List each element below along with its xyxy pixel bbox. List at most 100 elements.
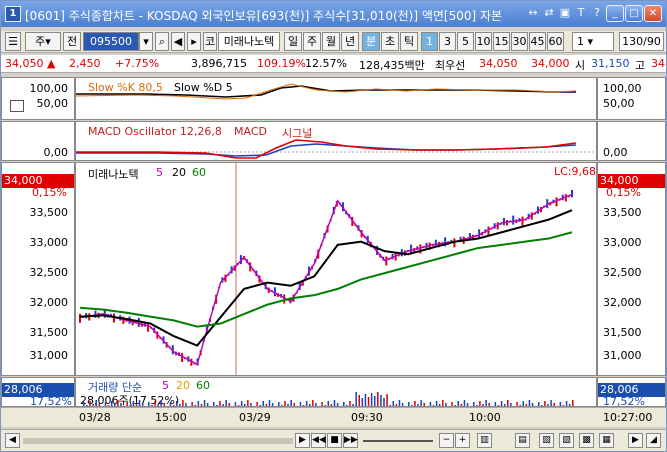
volume-bar (367, 397, 370, 406)
scroll-right-end[interactable]: ▶ (628, 433, 643, 448)
tool-icon-2[interactable]: ▨ (559, 433, 574, 448)
resize-icon[interactable]: ◢ (646, 433, 661, 448)
plus-button[interactable]: + (455, 433, 470, 448)
macd-left-axis: 0,00 (1, 121, 75, 161)
tab-day[interactable]: 일 (284, 32, 302, 51)
layout-icon[interactable]: ▣ (558, 6, 572, 20)
speaker-icon[interactable]: ◀ (171, 32, 185, 51)
tool-icon-1[interactable]: ▧ (539, 433, 554, 448)
scrollbar[interactable]: ◀ ▶ ◀◀ ■ ▶▶ − + ▥ ▤ ▧ ▨ ▩ ▦ ▶ ◢ (1, 429, 666, 451)
tab-tick[interactable]: 틱 (400, 32, 418, 51)
volume-bar (358, 395, 360, 406)
volume-bar (420, 400, 422, 406)
volume-bar (333, 400, 336, 406)
code-dropdown[interactable]: ▾ (139, 32, 153, 51)
settings-icon[interactable]: ☰ (5, 32, 21, 51)
volume-bar (442, 400, 444, 406)
period-label[interactable]: 전 (63, 32, 81, 51)
interval-1[interactable]: 1 (421, 32, 438, 51)
price-chart (79, 163, 573, 375)
tool-icon-4[interactable]: ▦ (599, 433, 614, 448)
volume-bar (268, 400, 271, 406)
scroll-track[interactable] (23, 438, 293, 444)
candle (512, 215, 515, 225)
volume-bar (507, 400, 509, 406)
volume-bar (398, 400, 401, 406)
interval-10[interactable]: 10 (475, 32, 492, 51)
stoch-panel[interactable]: Slow %K 80,5 Slow %D 5 (75, 77, 597, 120)
volume-bar (95, 400, 97, 406)
price-right-axis: 34,000 0,15% 33,500 33,000 32,500 32,000… (597, 162, 666, 376)
volume-bar (550, 400, 552, 406)
market-select[interactable]: 주▾ (25, 32, 61, 51)
window-title: [0601] 주식종합차트 - KOSDAQ 외국인보유[693(천)] 주식수… (25, 9, 503, 23)
open-label: 시 (575, 59, 586, 72)
minimize-button[interactable]: _ (606, 5, 624, 22)
tab-minute[interactable]: 분 (362, 32, 380, 51)
volume-bar (463, 400, 466, 406)
text-icon[interactable]: T (574, 6, 588, 20)
best-ask: 34,050 (479, 57, 518, 70)
chart-window: 1 [0601] 주식종합차트 - KOSDAQ 외국인보유[693(천)] 주… (0, 0, 667, 452)
candle (521, 216, 524, 226)
candle (502, 217, 505, 226)
minus-button[interactable]: − (439, 433, 454, 448)
interval-30[interactable]: 30 (511, 32, 528, 51)
forward-button[interactable]: ▶▶ (343, 433, 358, 448)
maximize-button[interactable]: □ (625, 5, 643, 22)
tab-second[interactable]: 초 (381, 32, 399, 51)
link-icon[interactable]: ↔ (526, 6, 540, 20)
title-bar: 1 [0601] 주식종합차트 - KOSDAQ 외국인보유[693(천)] 주… (1, 1, 666, 27)
code-input[interactable]: 095500 (83, 32, 139, 51)
zoom-slider[interactable] (363, 440, 433, 442)
rewind-button[interactable]: ◀◀ (311, 433, 326, 448)
volume-bar (138, 400, 141, 406)
candle (385, 256, 388, 266)
volume-bar (290, 400, 292, 406)
interval-3[interactable]: 3 (439, 32, 456, 51)
close-button[interactable]: ✕ (644, 5, 662, 22)
macd-panel[interactable]: MACD Oscillator 12,26,8 MACD 시그널 (75, 121, 597, 161)
count-select[interactable]: 1 ▾ (572, 32, 614, 51)
interval-45[interactable]: 45 (529, 32, 546, 51)
expand-icon[interactable]: ▸ (187, 32, 201, 51)
search-icon[interactable]: ⌕ (155, 32, 169, 51)
volume-bar (182, 400, 184, 406)
interval-15[interactable]: 15 (493, 32, 510, 51)
price-change: 2,450 (69, 57, 101, 70)
volume-left-axis: 28,006 17,52% (1, 377, 75, 408)
ma-line-5 (79, 193, 573, 366)
page-counter: 130/90 (619, 32, 664, 51)
stop-button[interactable]: ■ (327, 433, 342, 448)
volume-bar (386, 394, 388, 406)
help-icon[interactable]: ? (590, 6, 604, 20)
volume-panel[interactable]: 거래량 단순 5 20 60 28,006주(17,52%) (75, 377, 597, 407)
candle (571, 189, 573, 198)
volume-bar (312, 400, 314, 406)
volume-bar (377, 392, 379, 406)
change-rate: +7.75% (115, 57, 160, 70)
tab-month[interactable]: 월 (322, 32, 340, 51)
grid-icon[interactable] (10, 100, 24, 112)
current-price: 34,050 (5, 57, 44, 70)
interval-5[interactable]: 5 (457, 32, 474, 51)
ma-line-60 (79, 231, 573, 328)
price-panel[interactable]: 미래나노텍 5 20 60 LC:9,68 (75, 162, 597, 376)
scroll-right-button[interactable]: ▶ (295, 433, 310, 448)
signal-line (76, 143, 577, 157)
tab-year[interactable]: 년 (341, 32, 359, 51)
app-icon: 1 (5, 6, 21, 22)
turnover: 12.57% (305, 57, 347, 70)
sync-icon[interactable]: ⇄ (542, 6, 556, 20)
tab-week[interactable]: 주 (303, 32, 321, 51)
tool-icon-3[interactable]: ▩ (579, 433, 594, 448)
interval-60[interactable]: 60 (547, 32, 564, 51)
amount: 128,435백만 (359, 59, 425, 72)
scroll-left-button[interactable]: ◀ (5, 433, 20, 448)
bars-icon[interactable]: ▥ (477, 433, 492, 448)
candle-icon[interactable]: ▤ (515, 433, 530, 448)
volume-bar (380, 395, 382, 406)
volume-bar (370, 393, 373, 406)
volume-bar (361, 398, 364, 406)
up-arrow-icon: ▲ (47, 57, 56, 70)
